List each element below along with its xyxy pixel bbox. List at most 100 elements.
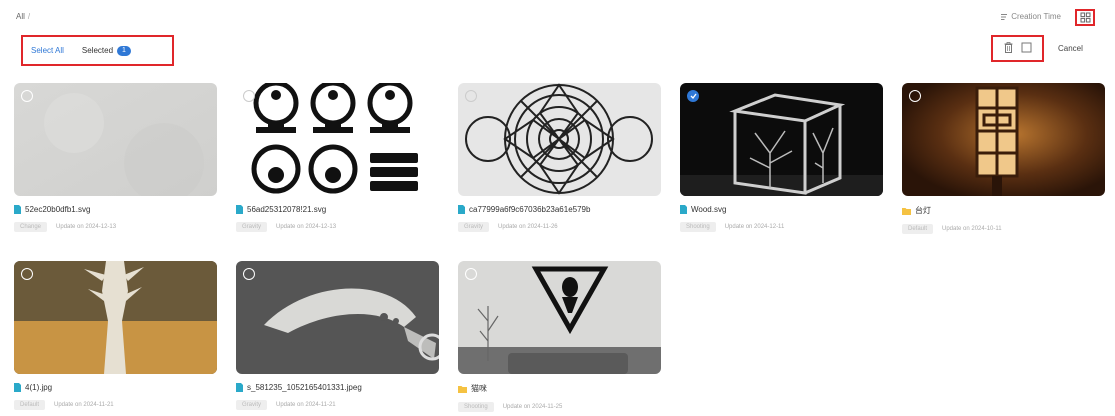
file-name-text[interactable]: Wood.svg: [691, 205, 726, 214]
grid-card[interactable]: 猫咪 Shooting Update on 2024-11-25: [458, 261, 661, 412]
cancel-button[interactable]: Cancel: [1058, 44, 1083, 53]
file-tag: Shooting: [680, 222, 716, 232]
file-icon: [14, 383, 21, 392]
grid-card[interactable]: ca77999a6f9c67036b23a61e579b Gravity Upd…: [458, 83, 661, 232]
sort-icon: [1001, 13, 1008, 20]
card-thumbnail[interactable]: [680, 83, 883, 196]
card-thumbnail[interactable]: [236, 261, 439, 374]
file-meta: Default Update on 2024-11-21: [14, 400, 217, 410]
file-icon: [458, 205, 465, 214]
file-meta: Shooting Update on 2024-11-25: [458, 402, 661, 412]
grid-card[interactable]: 56ad25312078!21.svg Gravity Update on 20…: [236, 83, 439, 232]
card-thumbnail[interactable]: [458, 83, 661, 196]
updated-date: Update on 2024-12-11: [724, 224, 785, 230]
breadcrumb[interactable]: All /: [16, 12, 30, 21]
file-tag: Gravity: [236, 400, 268, 410]
file-name-text[interactable]: s_581235_1052165401331.jpeg: [247, 383, 362, 392]
thumbnail-image: [14, 83, 217, 196]
card-thumbnail[interactable]: [236, 83, 439, 196]
file-tag: Default: [902, 224, 934, 234]
file-meta: Gravity Update on 2024-11-21: [236, 400, 439, 410]
grid-view-icon: [1080, 12, 1090, 23]
top-bar: All / Creation Time: [0, 0, 1115, 34]
file-name-text[interactable]: 52ec20b0dfb1.svg: [25, 205, 90, 214]
select-checkbox[interactable]: [21, 90, 33, 102]
select-checkbox-checked[interactable]: [687, 90, 699, 102]
thumbnail-image: [236, 261, 439, 374]
grid-card[interactable]: Wood.svg Shooting Update on 2024-12-11: [680, 83, 883, 232]
file-meta: Gravity Update on 2024-12-13: [236, 222, 439, 232]
file-tag: Shooting: [458, 402, 494, 412]
select-checkbox[interactable]: [465, 268, 477, 280]
thumbnail-image: [14, 261, 217, 374]
grid-view-button[interactable]: [1075, 9, 1095, 26]
updated-date: Update on 2024-12-13: [56, 224, 117, 230]
sort-label[interactable]: Creation Time: [1011, 12, 1061, 21]
selected-indicator: Selected 1: [81, 45, 131, 56]
breadcrumb-all[interactable]: All: [16, 12, 25, 21]
file-tag: Change: [14, 222, 48, 232]
file-icon: [236, 383, 243, 392]
select-checkbox[interactable]: [243, 268, 255, 280]
delete-button[interactable]: [1004, 42, 1013, 55]
thumbnail-image: [680, 83, 883, 196]
file-icon: [14, 205, 21, 214]
updated-date: Update on 2024-10-11: [942, 226, 1002, 232]
grid-card[interactable]: s_581235_1052165401331.jpeg Gravity Upda…: [236, 261, 439, 410]
file-icon: [680, 205, 687, 214]
updated-date: Update on 2024-11-21: [54, 402, 114, 408]
updated-date: Update on 2024-11-25: [502, 404, 563, 410]
move-button[interactable]: [1021, 42, 1032, 55]
select-checkbox[interactable]: [21, 268, 33, 280]
file-name[interactable]: Wood.svg: [680, 205, 883, 214]
selected-label: Selected: [81, 46, 114, 55]
file-tag: Gravity: [236, 222, 268, 232]
thumbnail-image: [458, 261, 661, 374]
folder-move-icon: [1021, 42, 1031, 53]
sort-control[interactable]: Creation Time: [1000, 12, 1061, 21]
file-name-text[interactable]: 56ad25312078!21.svg: [247, 205, 326, 214]
file-meta: Default Update on 2024-10-11: [902, 224, 1105, 234]
file-name[interactable]: 4(1).jpg: [14, 383, 217, 392]
file-name[interactable]: 52ec20b0dfb1.svg: [14, 205, 217, 214]
breadcrumb-separator: /: [27, 12, 31, 21]
bulk-actions: [991, 35, 1044, 62]
file-name-text[interactable]: 猫咪: [471, 383, 487, 394]
updated-date: Update on 2024-12-13: [276, 224, 337, 230]
card-thumbnail[interactable]: [14, 261, 217, 374]
file-name[interactable]: ca77999a6f9c67036b23a61e579b: [458, 205, 661, 214]
thumbnail-image: [458, 83, 661, 196]
file-name[interactable]: s_581235_1052165401331.jpeg: [236, 383, 439, 392]
select-checkbox[interactable]: [909, 90, 921, 102]
file-name[interactable]: 猫咪: [458, 383, 661, 394]
grid-card[interactable]: 4(1).jpg Default Update on 2024-11-21: [14, 261, 217, 410]
file-tag: Gravity: [458, 222, 490, 232]
card-thumbnail[interactable]: [458, 261, 661, 374]
select-checkbox[interactable]: [465, 90, 477, 102]
folder-icon: [458, 385, 467, 393]
selected-count-badge: 1: [117, 45, 131, 56]
grid-card[interactable]: 台灯 Default Update on 2024-10-11: [902, 83, 1105, 234]
file-name-text[interactable]: ca77999a6f9c67036b23a61e579b: [469, 205, 590, 214]
file-name[interactable]: 56ad25312078!21.svg: [236, 205, 439, 214]
updated-date: Update on 2024-11-21: [276, 402, 336, 408]
thumbnail-image: [236, 83, 439, 196]
file-name[interactable]: 台灯: [902, 205, 1105, 216]
check-icon: [690, 93, 697, 99]
selection-toolbar: Select All Selected 1: [21, 35, 174, 66]
file-tag: Default: [14, 400, 46, 410]
updated-date: Update on 2024-11-26: [498, 224, 558, 230]
file-meta: Shooting Update on 2024-12-11: [680, 222, 883, 232]
thumbnail-image: [902, 83, 1105, 196]
folder-icon: [902, 207, 911, 215]
file-name-text[interactable]: 4(1).jpg: [25, 383, 52, 392]
grid-card[interactable]: 52ec20b0dfb1.svg Change Update on 2024-1…: [14, 83, 217, 232]
file-name-text[interactable]: 台灯: [915, 205, 931, 216]
card-thumbnail[interactable]: [14, 83, 217, 196]
file-meta: Change Update on 2024-12-13: [14, 222, 217, 232]
file-meta: Gravity Update on 2024-11-26: [458, 222, 661, 232]
select-all-button[interactable]: Select All: [31, 46, 64, 55]
card-thumbnail[interactable]: [902, 83, 1105, 196]
select-checkbox[interactable]: [243, 90, 255, 102]
trash-icon: [1004, 42, 1012, 53]
